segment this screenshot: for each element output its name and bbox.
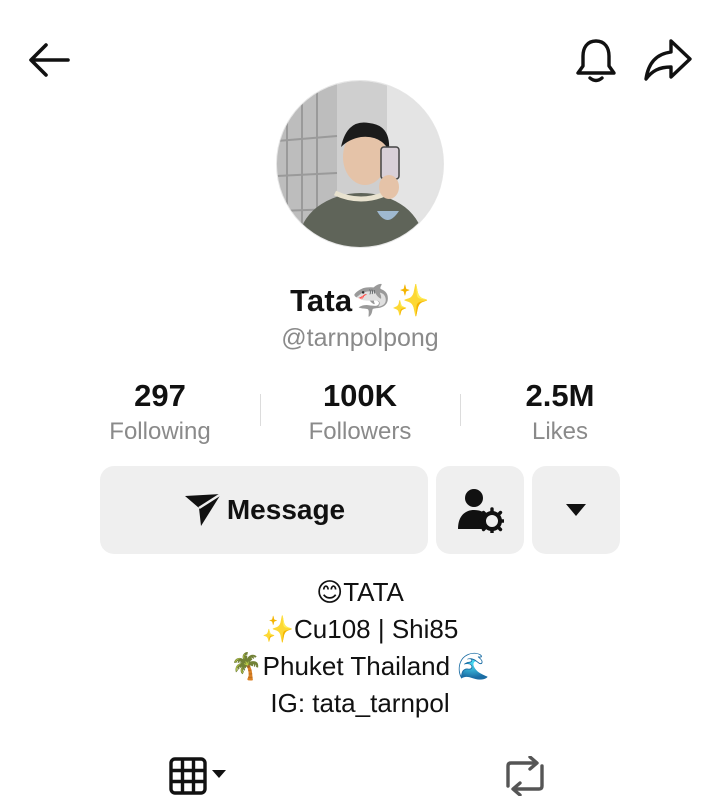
stat-divider	[460, 394, 461, 426]
stat-divider	[260, 394, 261, 426]
stat-value: 2.5M	[525, 378, 595, 413]
grid-icon	[169, 757, 226, 795]
more-options-button[interactable]	[532, 466, 620, 554]
stat-following[interactable]: 297 Following	[60, 378, 260, 446]
bio-emoji-after: 🌊	[457, 652, 490, 682]
avatar-photo	[277, 81, 443, 247]
bio-text: IG: tata_tarnpol	[270, 688, 450, 718]
stat-followers[interactable]: 100K Followers	[260, 378, 460, 446]
bio-text: Phuket Thailand	[262, 651, 458, 681]
person-gear-icon	[458, 489, 504, 533]
bell-icon	[576, 39, 616, 83]
profile-page: Tata 🦈✨ @tarnpolpong 297 Following 100K …	[0, 0, 720, 808]
tab-reposts[interactable]	[490, 752, 560, 800]
bio-line: 😊TATA	[0, 574, 720, 611]
share-arrow-icon	[644, 39, 692, 81]
display-name-row: Tata 🦈✨	[0, 282, 720, 320]
stat-value: 100K	[322, 378, 398, 413]
bio-line: ✨Cu108 | Shi85	[0, 611, 720, 648]
stat-likes[interactable]: 2.5M Likes	[460, 378, 660, 446]
caret-down-icon	[566, 504, 586, 516]
bio-line: 🌴Phuket Thailand 🌊	[0, 648, 720, 685]
send-icon	[184, 492, 222, 526]
display-name: Tata	[290, 282, 353, 318]
bio-link[interactable]: IG: tata_tarnpol	[0, 685, 720, 721]
bio: 😊TATA ✨Cu108 | Shi85 🌴Phuket Thailand 🌊 …	[0, 574, 720, 721]
username: @tarnpolpong	[281, 324, 439, 352]
stats-row: 297 Following 100K Followers 2.5M Likes	[60, 378, 660, 446]
avatar[interactable]	[276, 80, 444, 248]
bio-text: TATA	[343, 577, 404, 607]
share-button[interactable]	[636, 34, 700, 86]
message-label: Message	[226, 494, 346, 525]
bio-text: Cu108 | Shi85	[294, 614, 459, 644]
stat-label: Followers	[308, 418, 412, 445]
bio-emoji: ✨	[261, 615, 295, 645]
name-emojis: 🦈✨	[352, 283, 430, 319]
back-button[interactable]	[18, 36, 78, 84]
bio-emoji: 😊	[316, 578, 344, 608]
tab-videos[interactable]	[160, 752, 244, 800]
notification-bell-button[interactable]	[566, 32, 626, 88]
arrow-left-icon	[29, 43, 70, 77]
stat-label: Following	[109, 418, 211, 445]
stat-value: 297	[134, 378, 186, 413]
repost-icon	[506, 756, 544, 796]
follow-settings-button[interactable]	[436, 466, 524, 554]
bio-emoji: 🌴	[230, 652, 263, 682]
stat-label: Likes	[531, 418, 589, 445]
message-button[interactable]: Message	[100, 466, 428, 554]
